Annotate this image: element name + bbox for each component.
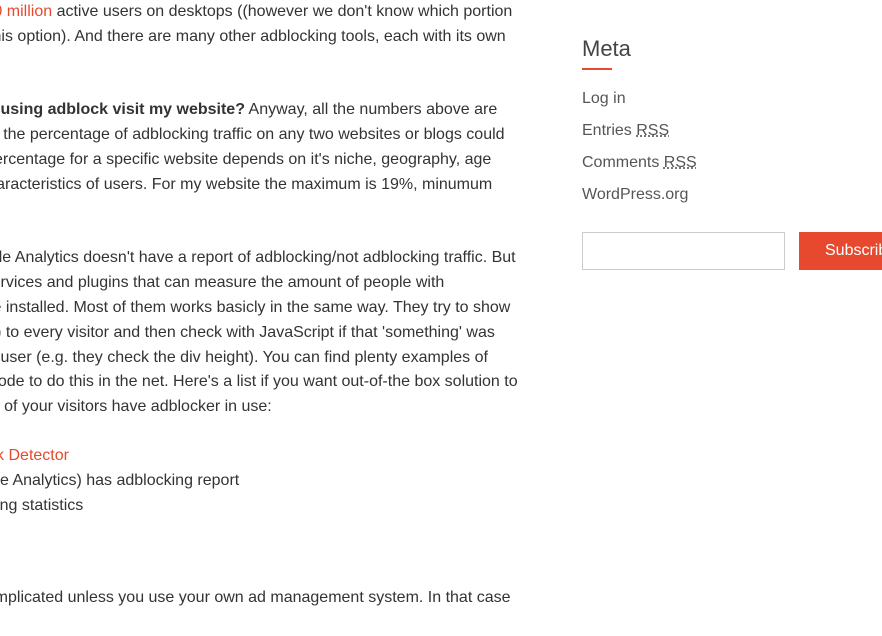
- sidebar: Meta Log in Entries RSS Comments RSS Wor…: [542, 0, 882, 522]
- paragraph-intro: in adblocker, has 60 million active user…: [0, 0, 518, 74]
- link-kissmetrics-detector[interactable]: Kissmetrics AdBlock Detector: [0, 447, 69, 464]
- list-item: Comments RSS: [582, 154, 858, 172]
- abbr-rss: RSS: [636, 122, 669, 139]
- paragraph-complicated: It's getting more complicated unless you…: [0, 586, 518, 636]
- list-item: Log in: [582, 90, 858, 108]
- list-item-2: (it's similar to Google Analytics) has a…: [0, 472, 239, 489]
- meta-list: Log in Entries RSS Comments RSS WordPres…: [582, 90, 858, 204]
- subscribe-form: Subscribe: [582, 232, 858, 270]
- article-body: in adblocker, has 60 million active user…: [0, 0, 542, 522]
- list-item-3: – per page adblocking statistics: [0, 497, 83, 514]
- link-60-million[interactable]: 60 million: [0, 3, 52, 20]
- link-entries-rss[interactable]: Entries RSS: [582, 122, 669, 139]
- widget-meta: Meta Log in Entries RSS Comments RSS Wor…: [582, 36, 858, 204]
- paragraph-ga: Unfortunately Google Analytics doesn't h…: [0, 246, 518, 420]
- text: Comments: [582, 154, 664, 171]
- list-item: WordPress.org: [582, 186, 858, 204]
- list-item: Entries RSS: [582, 122, 858, 140]
- question-heading: How many people using adblock visit my w…: [0, 101, 245, 118]
- text: Entries: [582, 122, 636, 139]
- subscribe-email-input[interactable]: [582, 232, 785, 270]
- text: active users on desktops ((however we do…: [0, 3, 512, 70]
- text: Anyway, all the numbers above are averag…: [0, 101, 505, 217]
- paragraph-how-many: How many people using adblock visit my w…: [0, 98, 518, 222]
- link-wordpress-org[interactable]: WordPress.org: [582, 186, 688, 203]
- widget-title-underline: [582, 68, 612, 70]
- link-login[interactable]: Log in: [582, 90, 626, 107]
- tool-list: Kissmetrics AdBlock Detector (it's simil…: [0, 444, 518, 518]
- abbr-rss: RSS: [664, 154, 697, 171]
- subscribe-button[interactable]: Subscribe: [799, 232, 882, 270]
- widget-title-meta: Meta: [582, 36, 858, 62]
- link-comments-rss[interactable]: Comments RSS: [582, 154, 697, 171]
